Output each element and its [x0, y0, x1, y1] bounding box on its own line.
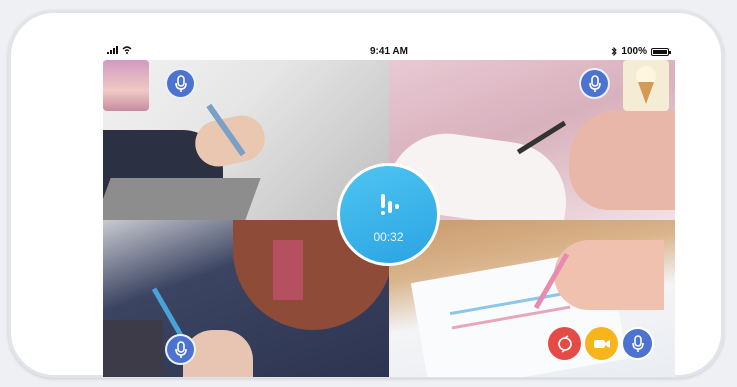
ice-cream-icon	[636, 66, 656, 104]
status-time: 9:41 AM	[370, 46, 408, 57]
hand-shape	[569, 110, 675, 210]
video-call-screen: 9:41 AM 100% 00:32	[103, 43, 675, 377]
switch-camera-icon	[557, 334, 572, 353]
call-timer: 00:32	[373, 230, 404, 244]
mic-icon	[174, 340, 187, 358]
status-right: 100%	[611, 46, 671, 57]
bluetooth-icon	[612, 47, 618, 56]
audio-wave-icon	[381, 194, 399, 215]
battery-percent: 100%	[621, 46, 647, 57]
phone-frame: 9:41 AM 100% 00:32	[8, 10, 724, 378]
switch-camera-button[interactable]	[548, 327, 581, 360]
mic-button[interactable]	[579, 68, 610, 99]
mic-icon	[588, 74, 601, 92]
ribbon-shape	[273, 240, 303, 300]
book-corner	[103, 178, 261, 220]
thumbnail-pink-sky[interactable]	[103, 60, 149, 111]
mute-button[interactable]	[621, 327, 654, 360]
mic-button[interactable]	[165, 334, 196, 365]
mic-icon	[631, 334, 644, 352]
camera-toggle-button[interactable]	[585, 327, 618, 360]
mic-button[interactable]	[165, 68, 196, 99]
phone-hand-shape	[103, 320, 163, 377]
video-camera-icon	[593, 339, 610, 348]
thumbnail-ice-cream[interactable]	[623, 60, 669, 111]
pen-shape	[516, 120, 567, 155]
call-timer-bubble[interactable]: 00:32	[337, 163, 440, 266]
mic-icon	[174, 74, 187, 92]
status-bar: 9:41 AM 100%	[103, 43, 675, 60]
hand-shape	[554, 240, 664, 310]
battery-icon	[651, 47, 671, 56]
